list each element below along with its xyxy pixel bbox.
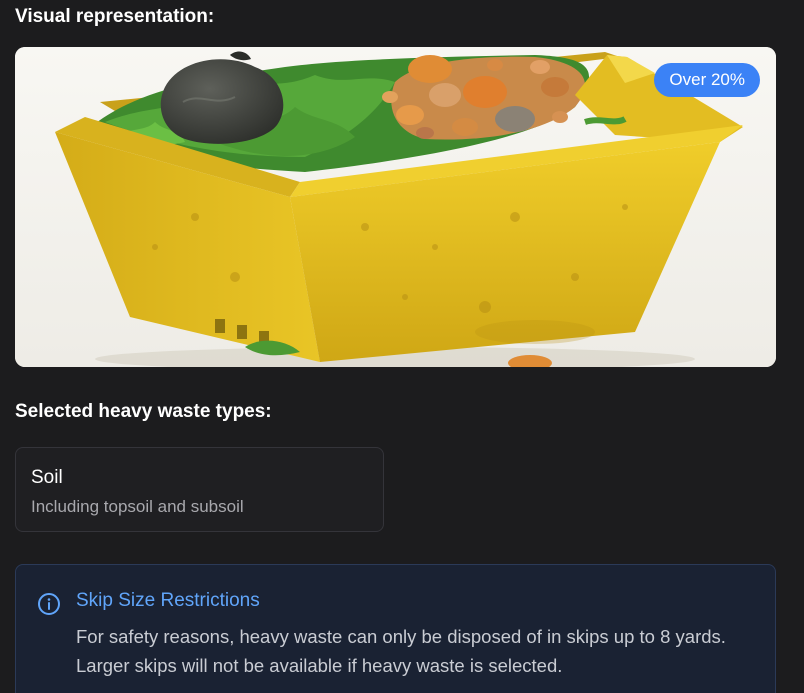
page: Visual representation: Over 20% Selected… <box>0 0 804 693</box>
notice-title: Skip Size Restrictions <box>76 590 260 611</box>
percentage-badge: Over 20% <box>654 63 760 97</box>
selected-waste-types-heading: Selected heavy waste types: <box>15 401 272 422</box>
skip-size-restrictions-notice: Skip Size Restrictions For safety reason… <box>15 564 776 693</box>
info-icon <box>38 593 60 615</box>
skip-image: Over 20% <box>15 47 776 367</box>
waste-type-description: Including topsoil and subsoil <box>31 497 244 516</box>
notice-body: For safety reasons, heavy waste can only… <box>76 626 726 676</box>
skip-illustration <box>15 47 776 367</box>
waste-type-card-soil: Soil Including topsoil and subsoil <box>15 447 384 532</box>
visual-representation-heading: Visual representation: <box>15 6 215 27</box>
waste-type-title: Soil <box>31 467 63 488</box>
